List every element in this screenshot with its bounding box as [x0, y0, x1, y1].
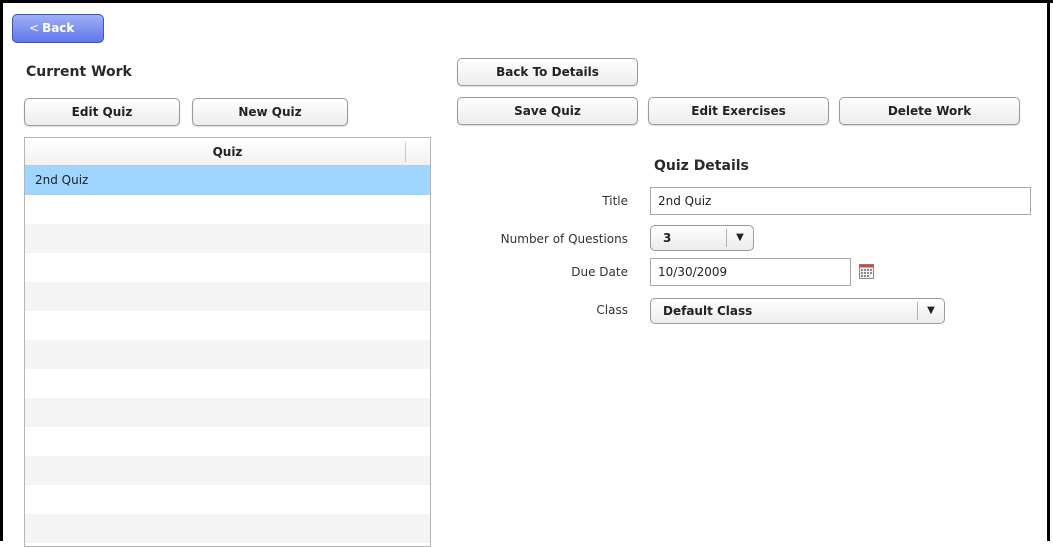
class-label: Class [596, 303, 628, 317]
due-date-label: Due Date [571, 265, 628, 279]
list-item[interactable] [25, 253, 430, 282]
save-quiz-button[interactable]: Save Quiz [457, 97, 638, 125]
back-button-label: Back [42, 21, 75, 35]
delete-work-button[interactable]: Delete Work [839, 97, 1020, 125]
current-work-title: Current Work [26, 64, 132, 80]
due-date-field[interactable]: 10/30/2009 [650, 258, 851, 286]
edit-exercises-button[interactable]: Edit Exercises [648, 97, 829, 125]
list-item[interactable] [25, 485, 430, 514]
window-border-left [0, 0, 3, 541]
window-border-top [0, 0, 1053, 3]
questions-label: Number of Questions [500, 232, 628, 246]
list-item[interactable] [25, 456, 430, 485]
list-item[interactable] [25, 311, 430, 340]
list-item[interactable] [25, 369, 430, 398]
class-select-value: Default Class [663, 304, 753, 318]
questions-select-value: 3 [663, 231, 672, 245]
list-item[interactable] [25, 224, 430, 253]
column-separator [405, 142, 406, 162]
title-label: Title [602, 194, 628, 208]
list-item[interactable] [25, 340, 430, 369]
chevron-down-icon: ▼ [917, 302, 944, 320]
chevron-down-icon: ▼ [726, 229, 753, 247]
list-item[interactable]: 2nd Quiz [25, 166, 430, 195]
questions-select[interactable]: 3 ▼ [650, 225, 754, 251]
back-to-details-button[interactable]: Back To Details [457, 58, 638, 86]
list-item[interactable] [25, 398, 430, 427]
edit-quiz-button[interactable]: Edit Quiz [24, 98, 180, 126]
quiz-details-title: Quiz Details [654, 158, 749, 174]
quiz-column-header: Quiz [212, 145, 243, 159]
back-button[interactable]: < Back [12, 14, 104, 43]
list-item[interactable] [25, 195, 430, 224]
title-field[interactable]: 2nd Quiz [650, 187, 1031, 215]
quiz-list-header[interactable]: Quiz [25, 138, 430, 166]
list-item[interactable] [25, 282, 430, 311]
list-item[interactable] [25, 514, 430, 543]
calendar-icon[interactable] [859, 264, 874, 279]
window-border-right [1047, 0, 1050, 541]
new-quiz-button[interactable]: New Quiz [192, 98, 348, 126]
list-item[interactable] [25, 427, 430, 456]
quiz-list[interactable]: Quiz 2nd Quiz [24, 137, 431, 547]
class-select[interactable]: Default Class ▼ [650, 298, 945, 324]
chevron-left-icon: < [29, 21, 40, 35]
